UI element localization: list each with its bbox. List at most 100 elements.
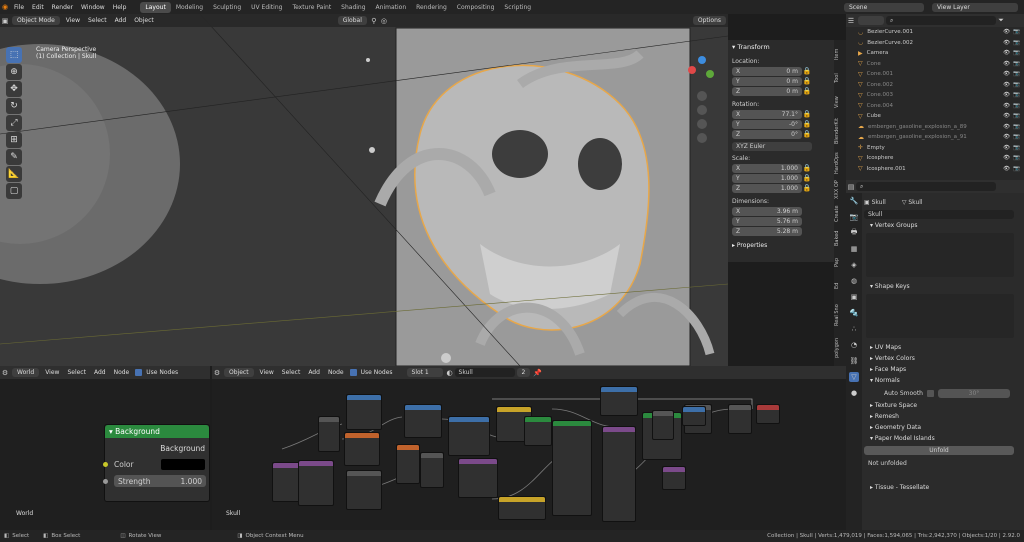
eye-icon[interactable]: 👁 <box>1003 61 1010 67</box>
vertex-groups-panel[interactable]: ▾ Vertex Groups <box>864 220 1022 231</box>
view-layer-selector[interactable]: View Layer <box>932 2 1018 12</box>
eye-icon[interactable]: 👁 <box>1003 166 1010 172</box>
shader-node[interactable] <box>756 404 780 424</box>
lock-icon[interactable]: 🔒 <box>802 66 812 76</box>
vertex-colors-panel[interactable]: ▸ Vertex Colors <box>864 353 1022 364</box>
shader-node[interactable] <box>396 444 420 484</box>
scale-y-field[interactable]: Y 1.000 <box>732 173 802 183</box>
paper-model-panel[interactable]: ▾ Paper Model Islands <box>864 433 1022 444</box>
background-node-header[interactable]: ▾ Background <box>105 425 209 438</box>
proportional-icon[interactable]: ◎ <box>379 16 389 26</box>
tab-texture-paint[interactable]: Texture Paint <box>287 2 336 13</box>
lock-icon[interactable]: 🔒 <box>802 109 812 119</box>
tab-baked[interactable]: Baked <box>834 228 844 248</box>
object-type-dropdown[interactable]: Object <box>224 368 254 377</box>
camera-icon[interactable]: 📷 <box>1013 134 1020 140</box>
texture-space-panel[interactable]: ▸ Texture Space <box>864 400 1022 411</box>
lock-icon[interactable]: 🔒 <box>802 86 812 96</box>
camera-icon[interactable]: 📷 <box>1013 103 1020 109</box>
menu-select[interactable]: Select <box>84 16 111 25</box>
menu-view[interactable]: View <box>62 16 84 25</box>
shader-node-editor[interactable]: ⚙ Object View Select Add Node Use Nodes … <box>212 366 846 530</box>
location-y-field[interactable]: Y 0 m <box>732 76 802 86</box>
properties-search-input[interactable]: ⌕ <box>856 182 996 191</box>
snap-icon[interactable]: ⚲ <box>369 16 379 26</box>
shader-node[interactable] <box>552 420 592 516</box>
eye-icon[interactable]: 👁 <box>1003 155 1010 161</box>
menu-select[interactable]: Select <box>278 368 305 377</box>
camera-icon[interactable]: 📷 <box>1013 40 1020 46</box>
shader-node[interactable] <box>682 406 706 426</box>
dimensions-z-field[interactable]: Z 5.28 m <box>732 226 802 236</box>
camera-icon[interactable]: 📷 <box>1013 82 1020 88</box>
transform-panel-header[interactable]: ▾ Transform <box>732 42 830 52</box>
shader-node[interactable] <box>448 416 490 456</box>
scale-x-field[interactable]: X 1.000 <box>732 163 802 173</box>
filter-icon[interactable]: ⏷ <box>996 16 1006 26</box>
outliner-item[interactable]: ▽ Icosphere 👁 📷 <box>846 153 1024 164</box>
outliner-search-input[interactable]: ⌕ <box>886 16 996 25</box>
outliner-item[interactable]: ◡ BezierCurve.001 👁 📷 <box>846 27 1024 38</box>
rotation-y-field[interactable]: Y -0° <box>732 119 802 129</box>
tool-tab-icon[interactable]: 🔧 <box>849 196 859 206</box>
editor-type-icon[interactable]: ☰ <box>846 16 856 26</box>
shader-node[interactable] <box>652 410 674 440</box>
shader-node[interactable] <box>524 416 552 446</box>
material-name-field[interactable]: Skull <box>454 368 515 377</box>
eye-icon[interactable]: 👁 <box>1003 103 1010 109</box>
tab-ed[interactable]: Ed <box>834 276 844 296</box>
camera-icon[interactable]: 📷 <box>1013 50 1020 56</box>
editor-type-icon[interactable]: ▤ <box>846 182 856 192</box>
mesh-data-tab-icon[interactable]: ▽ <box>849 372 859 382</box>
vertex-groups-list[interactable] <box>866 233 1014 277</box>
location-x-field[interactable]: X 0 m <box>732 66 802 76</box>
background-node[interactable]: ▾ Background Background Color Strength 1.… <box>103 424 210 502</box>
menu-add[interactable]: Add <box>304 368 324 377</box>
blender-logo-icon[interactable]: ◉ <box>0 2 10 12</box>
menu-view[interactable]: View <box>41 368 63 377</box>
scale-z-field[interactable]: Z 1.000 <box>732 183 802 193</box>
mesh-data-field[interactable]: Skull <box>864 209 1014 219</box>
particles-tab-icon[interactable]: ∴ <box>849 324 859 334</box>
navigation-gizmo[interactable] <box>684 44 720 166</box>
uv-maps-panel[interactable]: ▸ UV Maps <box>864 342 1022 353</box>
editor-type-icon[interactable]: ▣ <box>0 16 10 26</box>
outliner-item[interactable]: ▽ Cone 👁 📷 <box>846 59 1024 70</box>
lock-icon[interactable]: 🔒 <box>802 163 812 173</box>
tab-compositing[interactable]: Compositing <box>452 2 500 13</box>
outliner-item[interactable]: ▽ Cone.001 👁 📷 <box>846 69 1024 80</box>
outliner-item[interactable]: ▶ Camera 👁 📷 <box>846 48 1024 59</box>
tab-polygon[interactable]: polygon <box>834 334 844 362</box>
material-tab-icon[interactable]: ● <box>849 388 859 398</box>
outliner-item[interactable]: ▽ Cone.002 👁 📷 <box>846 80 1024 91</box>
tab-item[interactable]: Item <box>834 44 844 64</box>
outliner-item[interactable]: ☁ embergen_gasoline_explosion_a_91 👁 📷 <box>846 132 1024 143</box>
scale-tool-icon[interactable]: ⤢ <box>6 115 22 131</box>
tab-rendering[interactable]: Rendering <box>411 2 452 13</box>
menu-view[interactable]: View <box>256 368 278 377</box>
tab-modeling[interactable]: Modeling <box>171 2 208 13</box>
slot-dropdown[interactable]: Slot 1 <box>406 368 443 377</box>
shader-node[interactable] <box>420 452 444 488</box>
shader-node[interactable] <box>344 432 380 466</box>
outliner-item[interactable]: ☁ embergen_gasoline_explosion_a_89 👁 📷 <box>846 122 1024 133</box>
eye-icon[interactable]: 👁 <box>1003 40 1010 46</box>
tab-animation[interactable]: Animation <box>371 2 412 13</box>
shader-node[interactable] <box>404 404 442 438</box>
outliner-item[interactable]: ▽ Cone.003 👁 📷 <box>846 90 1024 101</box>
constraints-tab-icon[interactable]: ⛓ <box>849 356 859 366</box>
eye-icon[interactable]: 👁 <box>1003 134 1010 140</box>
menu-render[interactable]: Render <box>48 4 77 11</box>
tab-sculpting[interactable]: Sculpting <box>208 2 246 13</box>
eye-icon[interactable]: 👁 <box>1003 113 1010 119</box>
tab-view[interactable]: View <box>834 92 844 112</box>
output-tab-icon[interactable]: 🖶 <box>849 228 859 238</box>
camera-icon[interactable]: 📷 <box>1013 61 1020 67</box>
menu-add[interactable]: Add <box>111 16 131 25</box>
material-users-count[interactable]: 2 <box>516 368 531 377</box>
eye-icon[interactable]: 👁 <box>1003 82 1010 88</box>
viewport[interactable]: ▣ Object Mode View Select Add Object Glo… <box>0 14 728 366</box>
tab-blenderkit[interactable]: BlenderKit <box>834 114 844 148</box>
unfold-button[interactable]: Unfold <box>864 445 1014 455</box>
tab-uv-editing[interactable]: UV Editing <box>246 2 287 13</box>
